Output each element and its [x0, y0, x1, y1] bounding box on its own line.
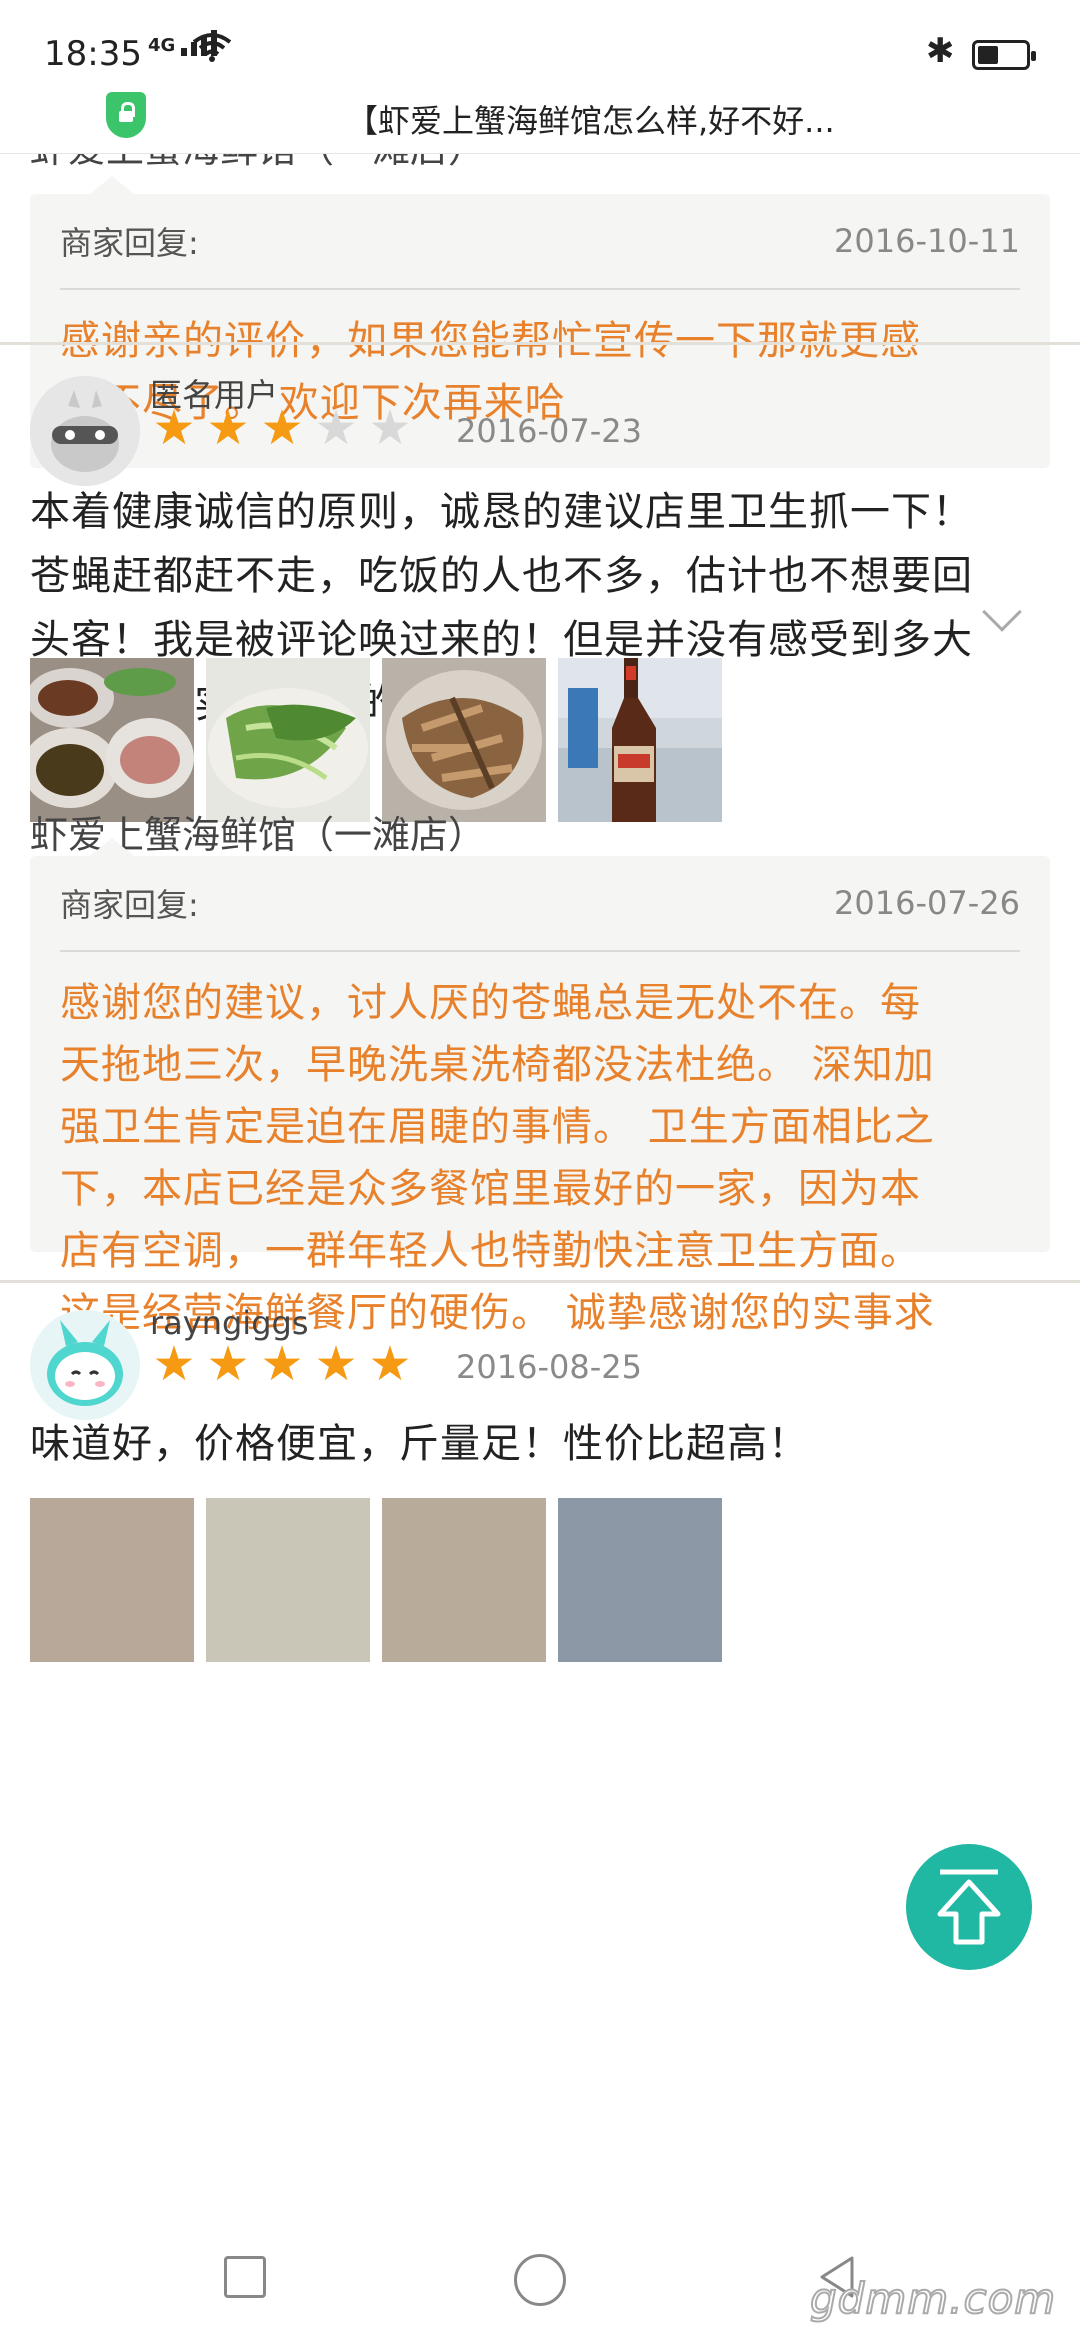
star-icon: ★	[368, 400, 412, 456]
fried-shrimp-photo[interactable]	[382, 658, 546, 822]
home-button[interactable]	[514, 2254, 566, 2306]
star-icon: ★	[152, 400, 196, 456]
star-icon: ★	[152, 1336, 196, 1392]
reply-label: 商家回复:	[60, 886, 199, 924]
photo-strip	[30, 1498, 722, 1662]
avatar[interactable]	[30, 376, 140, 486]
bluetooth-icon: ✱	[926, 31, 955, 71]
review-text[interactable]: 味道好，价格便宜，斤量足！性价比超高！	[30, 1412, 1060, 1476]
star-rating: ★ ★ ★ ★ ★	[150, 404, 414, 452]
merchant-reply-box: 商家回复: 2016-07-26 感谢您的建议，讨人厌的苍蝇总是无处不在。每 天…	[30, 838, 1050, 1398]
greens-photo[interactable]	[206, 658, 370, 822]
dishes-photo[interactable]	[30, 658, 194, 822]
review-photo[interactable]	[382, 1498, 546, 1662]
star-icon: ★	[314, 400, 358, 456]
reply-date: 2016-10-11	[834, 222, 1020, 260]
beer-bottle-photo[interactable]	[558, 658, 722, 822]
reply-date: 2016-07-26	[834, 884, 1020, 922]
star-icon: ★	[260, 1336, 304, 1392]
reply-label: 商家回复:	[60, 224, 199, 262]
page-title[interactable]: 【虾爱上蟹海鲜馆怎么样,好不好...	[346, 96, 906, 142]
divider	[0, 342, 1080, 345]
review-photo[interactable]	[206, 1498, 370, 1662]
star-icon: ★	[314, 1336, 358, 1392]
star-icon: ★	[206, 1336, 250, 1392]
url-bar[interactable]: 【虾爱上蟹海鲜馆怎么样,好不好...	[0, 88, 1080, 154]
wifi-icon	[192, 33, 232, 62]
star-icon: ★	[368, 1336, 412, 1392]
review-photo[interactable]	[30, 1498, 194, 1662]
divider	[0, 1280, 1080, 1283]
back-to-top-button[interactable]	[906, 1844, 1032, 1970]
status-bar: 18:35 4G ✱	[0, 0, 1080, 96]
review-date: 2016-08-25	[456, 1348, 642, 1386]
review-date: 2016-07-23	[456, 412, 642, 450]
star-icon: ★	[260, 400, 304, 456]
avatar[interactable]	[30, 1310, 140, 1420]
watermark: gdmm.com	[809, 2273, 1057, 2324]
network-type: 4G	[148, 35, 176, 56]
status-time: 18:35	[44, 34, 142, 74]
secure-shield-icon[interactable]	[106, 92, 146, 138]
star-rating: ★ ★ ★ ★ ★	[150, 1340, 414, 1388]
navigation-bar: gdmm.com	[0, 2214, 1080, 2340]
photo-strip	[30, 658, 722, 822]
battery-icon	[972, 40, 1036, 70]
shop-name-partial: 虾爱上蟹海鲜馆（一滩店）	[30, 154, 486, 173]
recent-apps-button[interactable]	[224, 2256, 266, 2298]
arrow-up-icon	[937, 1869, 1001, 1945]
star-icon: ★	[206, 400, 250, 456]
review-photo[interactable]	[558, 1498, 722, 1662]
